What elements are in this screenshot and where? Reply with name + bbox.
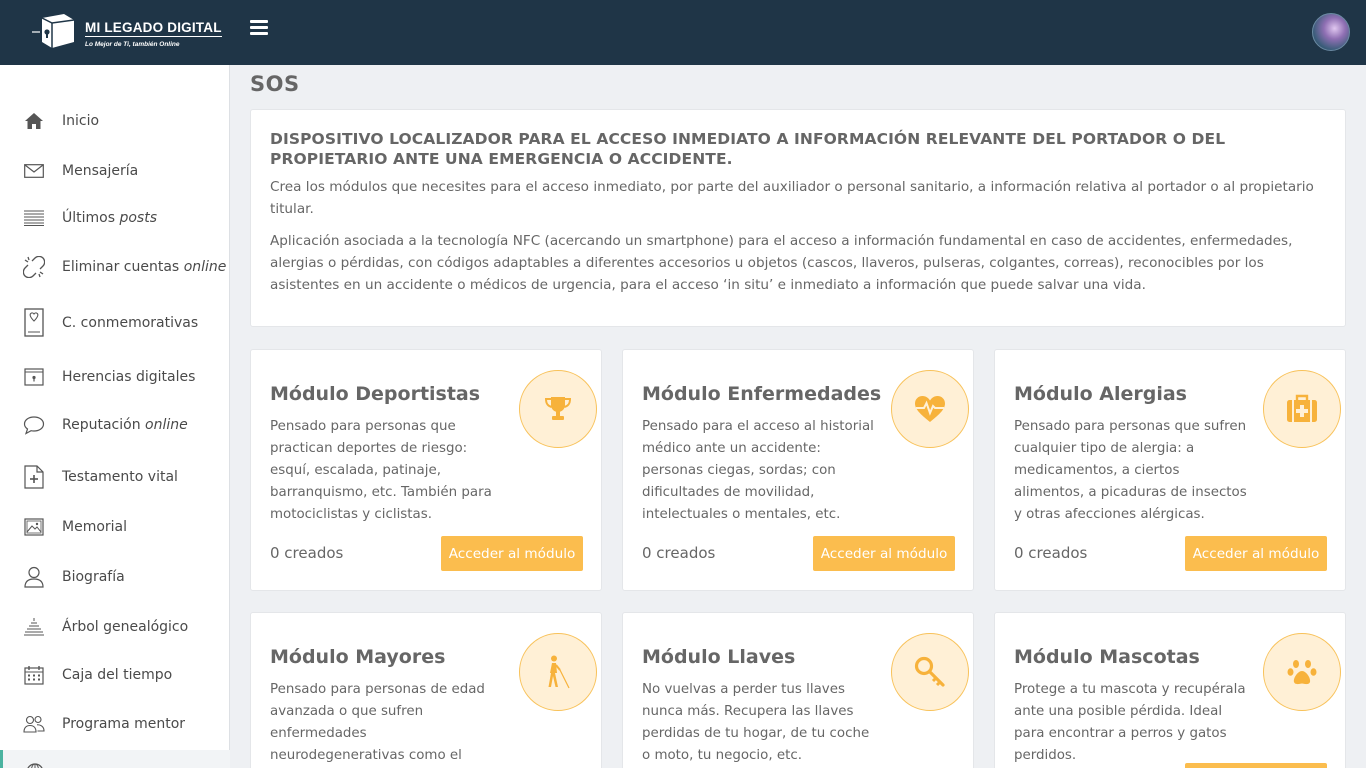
people-icon	[22, 712, 46, 736]
module-title: Módulo Llaves	[642, 646, 796, 668]
module-card-enfermedades: Módulo Enfermedades Pensado para el acce…	[622, 349, 974, 591]
access-module-button[interactable]: Acceder al módulo	[441, 536, 583, 571]
module-card-llaves: Módulo Llaves No vuelvas a perder tus ll…	[622, 612, 974, 768]
intro-card: DISPOSITIVO LOCALIZADOR PARA EL ACCESO I…	[250, 109, 1346, 327]
lines-icon	[22, 206, 46, 230]
first-aid-kit-icon	[1263, 370, 1341, 448]
person-icon	[22, 565, 46, 589]
access-module-button-partial[interactable]	[1185, 763, 1327, 768]
module-description: Pensado para el acceso al historial médi…	[642, 419, 874, 522]
hamburger-icon[interactable]	[250, 20, 268, 38]
module-title: Módulo Mayores	[270, 646, 446, 668]
module-card-mascotas: Módulo Mascotas Protege a tu mascota y r…	[994, 612, 1346, 768]
module-description: No vuelvas a perder tus llaves nunca más…	[642, 682, 870, 763]
safe-box-icon	[22, 365, 46, 389]
sidebar-item-label: C. conmemorativas	[62, 315, 199, 331]
document-plus-icon	[22, 465, 46, 489]
intro-heading: DISPOSITIVO LOCALIZADOR PARA EL ACCESO I…	[270, 130, 1226, 168]
module-count: 0 creados	[642, 544, 716, 562]
trophy-icon	[519, 370, 597, 448]
module-title: Módulo Mascotas	[1014, 646, 1200, 668]
home-icon	[22, 109, 46, 133]
module-title: Módulo Enfermedades	[642, 383, 882, 405]
sidebar-item-label: Últimos	[62, 210, 120, 226]
sidebar-item-label: Eliminar cuentas	[62, 259, 184, 275]
key-icon	[891, 633, 969, 711]
sidebar-item-herencias-digitales[interactable]: Herencias digitales	[0, 355, 230, 399]
blind-person-icon	[519, 633, 597, 711]
sidebar-item-active-partial[interactable]	[0, 750, 230, 768]
paw-icon	[1263, 633, 1341, 711]
module-card-mayores: Módulo Mayores Pensado para personas de …	[250, 612, 602, 768]
module-title: Módulo Deportistas	[270, 383, 481, 405]
globe-icon	[27, 763, 43, 768]
heartbeat-icon	[891, 370, 969, 448]
sidebar-item-label: Caja del tiempo	[62, 667, 173, 683]
sidebar-item-eliminar-cuentas[interactable]: Eliminar cuentas online	[0, 245, 230, 289]
sidebar-item-label: Testamento vital	[62, 469, 178, 485]
module-count: 0 creados	[270, 544, 344, 562]
sidebar-item-label: Biografía	[62, 569, 125, 585]
intro-paragraph-2: Aplicación asociada a la tecnología NFC …	[270, 233, 1293, 293]
module-description: Pensado para personas que practican depo…	[270, 419, 492, 522]
sidebar-item-label: Inicio	[62, 113, 100, 129]
brand-tagline: Lo Mejor de Ti, también Online	[85, 41, 180, 48]
sidebar-item-label: Árbol genealógico	[62, 619, 189, 635]
sidebar-item-programa-mentor[interactable]: Programa mentor	[0, 702, 230, 746]
module-card-deportistas: Módulo Deportistas Pensado para personas…	[250, 349, 602, 591]
logo-box-icon	[32, 14, 75, 48]
logo[interactable]: MI LEGADO DIGITAL Lo Mejor de Ti, tambié…	[30, 10, 222, 55]
module-card-alergias: Módulo Alergias Pensado para personas qu…	[994, 349, 1346, 591]
sidebar-item-biografia[interactable]: Biografía	[0, 555, 230, 599]
calendar-icon	[22, 663, 46, 687]
sidebar-item-label: Herencias digitales	[62, 369, 196, 385]
envelope-icon	[22, 159, 46, 183]
sidebar: Inicio Mensajería Últimos posts Eliminar…	[0, 65, 230, 768]
sidebar-item-c-conmemorativas[interactable]: C. conmemorativas	[0, 301, 230, 345]
module-description: Pensado para personas que sufren cualqui…	[1014, 419, 1247, 522]
sidebar-item-reputacion[interactable]: Reputación online	[0, 403, 230, 447]
memorial-book-icon	[22, 308, 46, 337]
sidebar-item-mensajeria[interactable]: Mensajería	[0, 149, 230, 193]
broken-link-icon	[22, 255, 46, 279]
top-bar: MI LEGADO DIGITAL Lo Mejor de Ti, tambié…	[0, 0, 1366, 65]
sidebar-item-label: Programa mentor	[62, 716, 186, 732]
page-title: SOS	[250, 72, 300, 96]
sidebar-item-testamento-vital[interactable]: Testamento vital	[0, 455, 230, 499]
sidebar-item-label: Memorial	[62, 519, 128, 535]
sidebar-item-arbol-genealogico[interactable]: Árbol genealógico	[0, 605, 230, 649]
sidebar-item-ultimos-posts[interactable]: Últimos posts	[0, 196, 230, 240]
module-title: Módulo Alergias	[1014, 383, 1187, 405]
sidebar-item-label: Mensajería	[62, 163, 139, 179]
brand-name: MI LEGADO DIGITAL	[85, 20, 222, 37]
module-count: 0 creados	[1014, 544, 1088, 562]
speech-bubble-icon	[22, 413, 46, 437]
tree-icon	[22, 615, 46, 639]
module-description: Protege a tu mascota y recupérala ante u…	[1014, 682, 1246, 763]
intro-paragraph-1: Crea los módulos que necesites para el a…	[270, 179, 1314, 217]
user-avatar[interactable]	[1312, 13, 1350, 51]
access-module-button[interactable]: Acceder al módulo	[813, 536, 955, 571]
sidebar-item-caja-del-tiempo[interactable]: Caja del tiempo	[0, 653, 230, 697]
picture-icon	[22, 515, 46, 539]
sidebar-item-inicio[interactable]: Inicio	[0, 99, 230, 143]
sidebar-item-memorial[interactable]: Memorial	[0, 505, 230, 549]
module-description: Pensado para personas de edad avanzada o…	[270, 682, 485, 763]
sidebar-item-label: Reputación	[62, 417, 146, 433]
access-module-button[interactable]: Acceder al módulo	[1185, 536, 1327, 571]
